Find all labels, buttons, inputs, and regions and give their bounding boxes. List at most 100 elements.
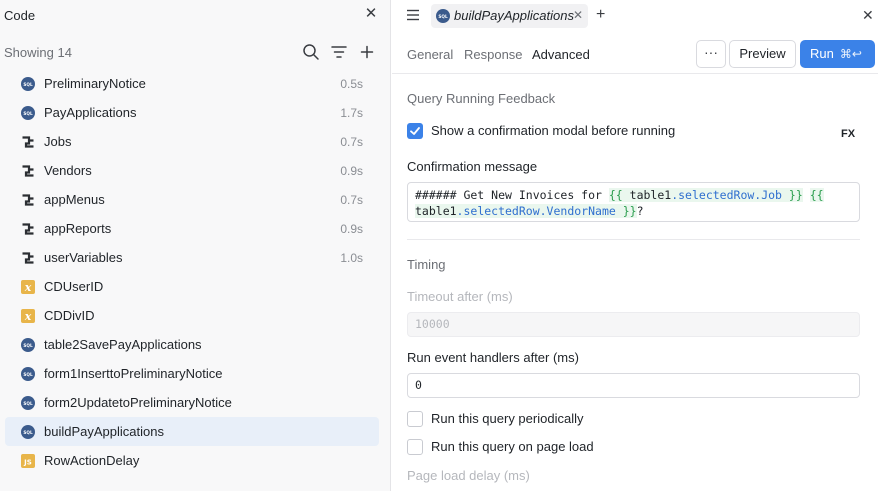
run-shortcut: ⌘↩: [839, 47, 862, 61]
add-icon[interactable]: [358, 43, 376, 61]
list-item-name: Vendors: [44, 163, 92, 178]
checkmark-icon: [410, 127, 420, 135]
close-tab-icon[interactable]: ✕: [573, 8, 583, 22]
list-item-time: 0.7s: [340, 193, 363, 207]
pageload-delay-label: Page load delay (ms): [407, 468, 530, 483]
list-item[interactable]: x CDDivID: [5, 301, 379, 330]
sql-icon: SQL: [21, 338, 35, 352]
list-item-name: appMenus: [44, 192, 105, 207]
list-item-time: 1.0s: [340, 251, 363, 265]
code-panel-title: Code: [4, 8, 36, 23]
feedback-section-title: Query Running Feedback: [407, 91, 556, 106]
template-expression: {{: [809, 188, 824, 202]
event-handlers-input[interactable]: 0: [407, 373, 860, 398]
svg-text:SQL: SQL: [23, 372, 33, 377]
pageload-label: Run this query on page load: [431, 439, 594, 454]
workflow-icon: [21, 251, 35, 265]
periodic-checkbox[interactable]: [407, 411, 423, 427]
svg-text:SQL: SQL: [23, 401, 33, 406]
list-item[interactable]: SQL form1InserttoPreliminaryNotice: [5, 359, 379, 388]
tab-advanced[interactable]: Advanced: [532, 47, 590, 62]
query-editor: SQL buildPayApplications ✕ + ✕ General R…: [392, 0, 878, 491]
more-button[interactable]: ···: [696, 40, 726, 68]
sql-icon: SQL: [21, 396, 35, 410]
section-divider: [407, 239, 860, 240]
periodic-label: Run this query periodically: [431, 411, 584, 426]
confirm-modal-checkbox[interactable]: [407, 123, 423, 139]
list-item-name: Jobs: [44, 134, 72, 149]
close-icon[interactable]: ✕: [363, 5, 379, 23]
list-item-time: 0.7s: [340, 135, 363, 149]
sql-icon: SQL: [436, 9, 450, 23]
sql-icon: SQL: [21, 425, 35, 439]
list-item[interactable]: x CDUserID: [5, 272, 379, 301]
list-item[interactable]: SQL PreliminaryNotice 0.5s: [5, 69, 379, 98]
list-item-name: form1InserttoPreliminaryNotice: [44, 366, 223, 381]
svg-text:SQL: SQL: [23, 82, 33, 87]
sql-icon: SQL: [21, 367, 35, 381]
tab-response[interactable]: Response: [464, 47, 523, 62]
menu-icon[interactable]: [406, 8, 420, 22]
event-handlers-label: Run event handlers after (ms): [407, 350, 579, 365]
item-count: Showing 14: [4, 45, 72, 60]
run-label: Run: [810, 46, 834, 61]
workflow-icon: [21, 222, 35, 236]
tab-buildpayapplications[interactable]: SQL buildPayApplications ✕: [431, 4, 588, 28]
list-item-time: 0.9s: [340, 164, 363, 178]
list-item-name: form2UpdatetoPreliminaryNotice: [44, 395, 232, 410]
list-item[interactable]: Jobs 0.7s: [5, 127, 379, 156]
editor-subtabs: General Response Advanced ··· Preview Ru…: [392, 38, 878, 74]
preview-button[interactable]: Preview: [729, 40, 796, 68]
confirmation-message-editor[interactable]: ###### Get New Invoices for {{ table1.se…: [407, 182, 860, 222]
pageload-row: Run this query on page load: [407, 438, 847, 456]
list-item-time: 0.9s: [340, 222, 363, 236]
timeout-label: Timeout after (ms): [407, 289, 513, 304]
sql-icon: SQL: [21, 106, 35, 120]
list-item-name: PreliminaryNotice: [44, 76, 146, 91]
new-tab-icon[interactable]: +: [596, 6, 605, 24]
list-item[interactable]: Vendors 0.9s: [5, 156, 379, 185]
confirm-modal-row: Show a confirmation modal before running: [407, 122, 847, 140]
periodic-row: Run this query periodically: [407, 410, 847, 428]
svg-text:JS: JS: [23, 459, 32, 467]
filter-icon[interactable]: [330, 43, 348, 61]
code-panel: Code ✕ Showing 14 SQL PreliminaryNotice 0.…: [0, 0, 391, 491]
list-item[interactable]: userVariables 1.0s: [5, 243, 379, 272]
list-item-name: userVariables: [44, 250, 123, 265]
message-suffix: ?: [636, 204, 644, 218]
list-item-name: table2SavePayApplications: [44, 337, 202, 352]
list-item-time: 1.7s: [340, 106, 363, 120]
run-button[interactable]: Run ⌘↩: [800, 40, 875, 68]
tab-general[interactable]: General: [407, 47, 453, 62]
fx-toggle[interactable]: FX: [841, 128, 855, 140]
list-item[interactable]: appMenus 0.7s: [5, 185, 379, 214]
variable-icon: x: [21, 280, 35, 294]
confirmation-message-label: Confirmation message: [407, 159, 538, 174]
search-icon[interactable]: [302, 43, 320, 61]
sql-icon: SQL: [21, 77, 35, 91]
code-list: SQL PreliminaryNotice 0.5s SQL PayApplicatio…: [0, 69, 390, 475]
svg-text:x: x: [24, 281, 32, 294]
template-expression: {{ table1.selectedRow.Job }}: [608, 188, 803, 202]
list-item[interactable]: SQL form2UpdatetoPreliminaryNotice: [5, 388, 379, 417]
workflow-icon: [21, 193, 35, 207]
timing-section-title: Timing: [407, 257, 446, 272]
list-item[interactable]: SQL buildPayApplications: [5, 417, 379, 446]
variable-icon: x: [21, 309, 35, 323]
pageload-checkbox[interactable]: [407, 439, 423, 455]
close-editor-icon[interactable]: ✕: [862, 6, 874, 24]
list-item-name: PayApplications: [44, 105, 137, 120]
svg-text:SQL: SQL: [23, 111, 33, 116]
list-item[interactable]: SQL table2SavePayApplications: [5, 330, 379, 359]
timeout-input[interactable]: 10000: [407, 312, 860, 337]
js-icon: JS: [21, 454, 35, 468]
workflow-icon: [21, 164, 35, 178]
list-item[interactable]: appReports 0.9s: [5, 214, 379, 243]
list-item-name: buildPayApplications: [44, 424, 164, 439]
message-prefix: ###### Get New Invoices for: [415, 188, 609, 202]
list-item[interactable]: SQL PayApplications 1.7s: [5, 98, 379, 127]
svg-text:x: x: [24, 310, 32, 323]
list-item[interactable]: JS RowActionDelay: [5, 446, 379, 475]
code-panel-header: Code ✕: [0, 0, 390, 32]
template-expression: table1.selectedRow.VendorName }}: [415, 204, 637, 218]
